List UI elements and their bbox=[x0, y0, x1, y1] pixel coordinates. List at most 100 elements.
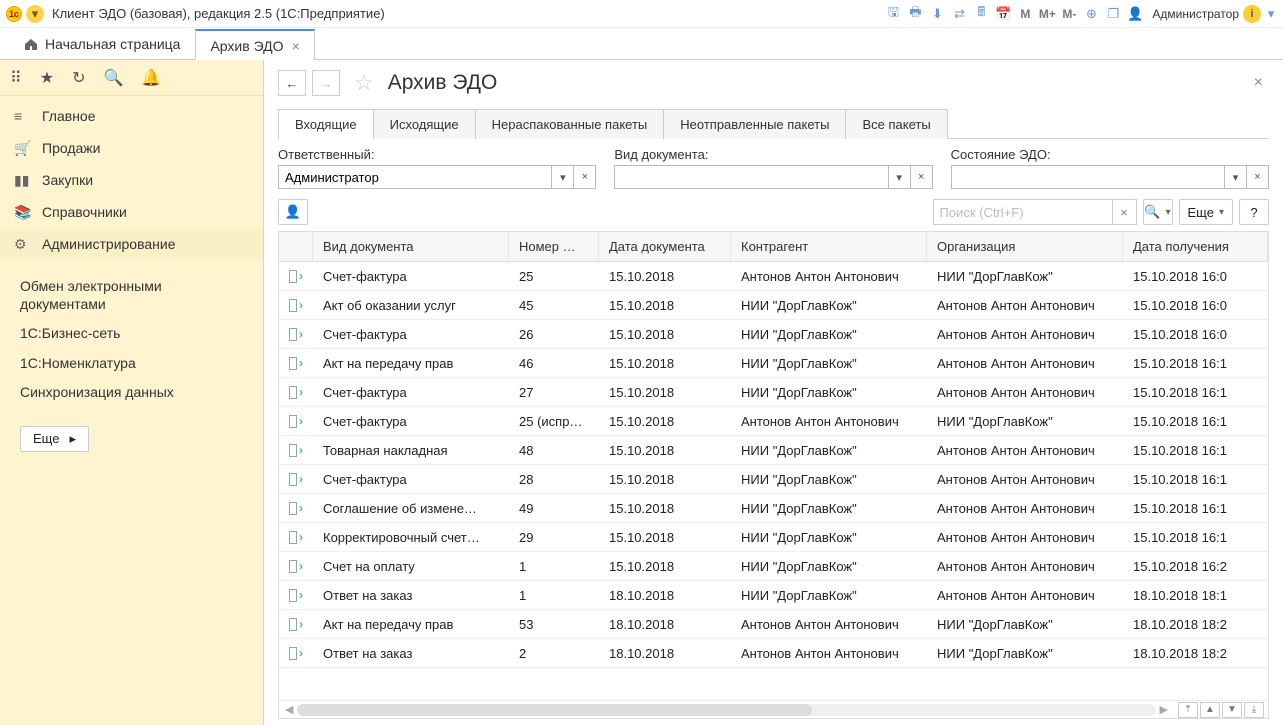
tab-all[interactable]: Все пакеты bbox=[845, 109, 947, 139]
apps-icon[interactable]: ⠿ bbox=[10, 68, 22, 88]
toolbar-mplus-icon[interactable]: M+ bbox=[1037, 5, 1057, 23]
assign-user-button[interactable]: 👤 bbox=[278, 199, 308, 225]
filter-doctype-input[interactable] bbox=[614, 165, 888, 189]
toolbar-zoom-icon[interactable]: ⊕ bbox=[1081, 5, 1101, 23]
favorite-star-icon[interactable]: ☆ bbox=[354, 70, 374, 96]
cell-doctype: Акт на передачу прав bbox=[313, 617, 509, 632]
subnav-biznet[interactable]: 1С:Бизнес-сеть bbox=[0, 319, 263, 349]
table-row[interactable]: ›Счет-фактура2715.10.2018НИИ "ДорГлавКож… bbox=[279, 378, 1268, 407]
nav-back-button[interactable]: ← bbox=[278, 70, 306, 96]
filter-doctype-dropdown[interactable]: ▾ bbox=[889, 165, 911, 189]
col-doctype[interactable]: Вид документа bbox=[313, 232, 509, 261]
list-up-button[interactable]: ▲ bbox=[1200, 702, 1220, 718]
favorites-icon[interactable]: ★ bbox=[40, 68, 54, 88]
list-top-button[interactable]: ⤒ bbox=[1178, 702, 1198, 718]
table-row[interactable]: ›Ответ на заказ218.10.2018Антонов Антон … bbox=[279, 639, 1268, 668]
toolbar-download-icon[interactable]: ⬇ bbox=[927, 5, 947, 23]
table-row[interactable]: ›Акт об оказании услуг4515.10.2018НИИ "Д… bbox=[279, 291, 1268, 320]
filter-edo-dropdown[interactable]: ▾ bbox=[1225, 165, 1247, 189]
cell-num: 48 bbox=[509, 443, 599, 458]
table-row[interactable]: ›Счет-фактура2515.10.2018Антонов Антон А… bbox=[279, 262, 1268, 291]
cell-num: 28 bbox=[509, 472, 599, 487]
col-num[interactable]: Номер … bbox=[509, 232, 599, 261]
toolbar-windows-icon[interactable]: ❐ bbox=[1103, 5, 1123, 23]
toolbar-compare-icon[interactable]: ⇄ bbox=[949, 5, 969, 23]
table-row[interactable]: ›Акт на передачу прав4615.10.2018НИИ "До… bbox=[279, 349, 1268, 378]
subnav-exchange[interactable]: Обмен электронными документами bbox=[0, 272, 263, 319]
table-row[interactable]: ›Корректировочный счет…2915.10.2018НИИ "… bbox=[279, 523, 1268, 552]
doc-status-icon: › bbox=[289, 501, 303, 515]
filter-resp-input[interactable] bbox=[278, 165, 552, 189]
list-bottom-button[interactable]: ⤓ bbox=[1244, 702, 1264, 718]
help-button[interactable]: ? bbox=[1239, 199, 1269, 225]
table-row[interactable]: ›Акт на передачу прав5318.10.2018Антонов… bbox=[279, 610, 1268, 639]
cell-recv: 15.10.2018 16:1 bbox=[1123, 356, 1268, 371]
filter-resp-dropdown[interactable]: ▾ bbox=[552, 165, 574, 189]
cell-contr: НИИ "ДорГлавКож" bbox=[731, 530, 927, 545]
search-button[interactable]: 🔍▾ bbox=[1143, 199, 1173, 225]
doc-status-icon: › bbox=[289, 298, 303, 312]
list-down-button[interactable]: ▼ bbox=[1222, 702, 1242, 718]
cell-recv: 18.10.2018 18:1 bbox=[1123, 588, 1268, 603]
tab-close-icon[interactable]: × bbox=[292, 38, 300, 54]
tab-home[interactable]: Начальная страница bbox=[8, 28, 195, 59]
search-input[interactable] bbox=[933, 199, 1113, 225]
toolbar-print-icon[interactable]: 🖶 bbox=[905, 5, 925, 23]
nav-main[interactable]: ≡Главное bbox=[0, 100, 263, 132]
col-contr[interactable]: Контрагент bbox=[731, 232, 927, 261]
search-icon[interactable]: 🔍 bbox=[103, 68, 123, 88]
tab-archive[interactable]: Архив ЭДО × bbox=[195, 29, 314, 60]
cell-org: Антонов Антон Антонович bbox=[927, 501, 1123, 516]
table-row[interactable]: ›Счет на оплату115.10.2018НИИ "ДорГлавКо… bbox=[279, 552, 1268, 581]
cell-num: 25 (испр… bbox=[509, 414, 599, 429]
col-recv[interactable]: Дата получения bbox=[1123, 232, 1268, 261]
tab-unpacked[interactable]: Нераспакованные пакеты bbox=[475, 109, 665, 139]
table-row[interactable]: ›Счет-фактура25 (испр…15.10.2018Антонов … bbox=[279, 407, 1268, 436]
filter-edo-input[interactable] bbox=[951, 165, 1225, 189]
more-button[interactable]: Еще▾ bbox=[1179, 199, 1233, 225]
table-row[interactable]: ›Счет-фактура2615.10.2018НИИ "ДорГлавКож… bbox=[279, 320, 1268, 349]
col-date[interactable]: Дата документа bbox=[599, 232, 731, 261]
toolbar-calc-icon[interactable]: 🖩 bbox=[971, 5, 991, 23]
cell-num: 27 bbox=[509, 385, 599, 400]
toolbar-mminus-icon[interactable]: M- bbox=[1059, 5, 1079, 23]
cell-recv: 15.10.2018 16:1 bbox=[1123, 530, 1268, 545]
table-row[interactable]: ›Товарная накладная4815.10.2018НИИ "ДорГ… bbox=[279, 436, 1268, 465]
scroll-left-icon[interactable]: ◀ bbox=[283, 703, 295, 716]
col-org[interactable]: Организация bbox=[927, 232, 1123, 261]
page-close-icon[interactable]: × bbox=[1254, 74, 1263, 92]
subnav-sync[interactable]: Синхронизация данных bbox=[0, 378, 263, 408]
search-clear[interactable]: × bbox=[1113, 199, 1137, 225]
tab-outgoing[interactable]: Исходящие bbox=[373, 109, 476, 139]
cell-date: 15.10.2018 bbox=[599, 472, 731, 487]
table-row[interactable]: ›Счет-фактура2815.10.2018НИИ "ДорГлавКож… bbox=[279, 465, 1268, 494]
toolbar-info-icon[interactable]: i bbox=[1243, 5, 1261, 23]
table-row[interactable]: ›Ответ на заказ118.10.2018НИИ "ДорГлавКо… bbox=[279, 581, 1268, 610]
cell-date: 15.10.2018 bbox=[599, 443, 731, 458]
nav-refs[interactable]: 📚Справочники bbox=[0, 196, 263, 228]
toolbar-calendar-icon[interactable]: 📅 bbox=[993, 5, 1013, 23]
filter-resp-clear[interactable]: × bbox=[574, 165, 596, 189]
toolbar-info-dd[interactable]: ▾ bbox=[1266, 5, 1276, 23]
tab-unsent[interactable]: Неотправленные пакеты bbox=[663, 109, 846, 139]
sidebar-more-button[interactable]: Еще▸ bbox=[20, 426, 89, 452]
history-icon[interactable]: ↻ bbox=[72, 68, 85, 88]
cell-date: 15.10.2018 bbox=[599, 414, 731, 429]
subnav-nomen[interactable]: 1С:Номенклатура bbox=[0, 349, 263, 379]
nav-admin[interactable]: ⚙Администрирование bbox=[0, 228, 263, 260]
filter-edo-clear[interactable]: × bbox=[1247, 165, 1269, 189]
filter-doctype-clear[interactable]: × bbox=[911, 165, 933, 189]
horizontal-scrollbar[interactable]: ◀ ▶ ⤒ ▲ ▼ ⤓ bbox=[279, 700, 1268, 718]
nav-forward-button[interactable]: → bbox=[312, 70, 340, 96]
scroll-right-icon[interactable]: ▶ bbox=[1158, 703, 1170, 716]
toolbar-user-icon[interactable]: 👤 bbox=[1125, 5, 1145, 23]
tab-incoming[interactable]: Входящие bbox=[278, 109, 374, 139]
toolbar-m-icon[interactable]: M bbox=[1015, 5, 1035, 23]
nav-sales[interactable]: 🛒Продажи bbox=[0, 132, 263, 164]
toolbar-save-icon[interactable]: 🖫 bbox=[883, 5, 903, 23]
notifications-icon[interactable]: 🔔 bbox=[141, 68, 161, 88]
nav-purchases[interactable]: ▮▮Закупки bbox=[0, 164, 263, 196]
app-menu-dropdown[interactable]: ▾ bbox=[26, 5, 44, 23]
doc-status-icon: › bbox=[289, 559, 303, 573]
table-row[interactable]: ›Соглашение об измене…4915.10.2018НИИ "Д… bbox=[279, 494, 1268, 523]
